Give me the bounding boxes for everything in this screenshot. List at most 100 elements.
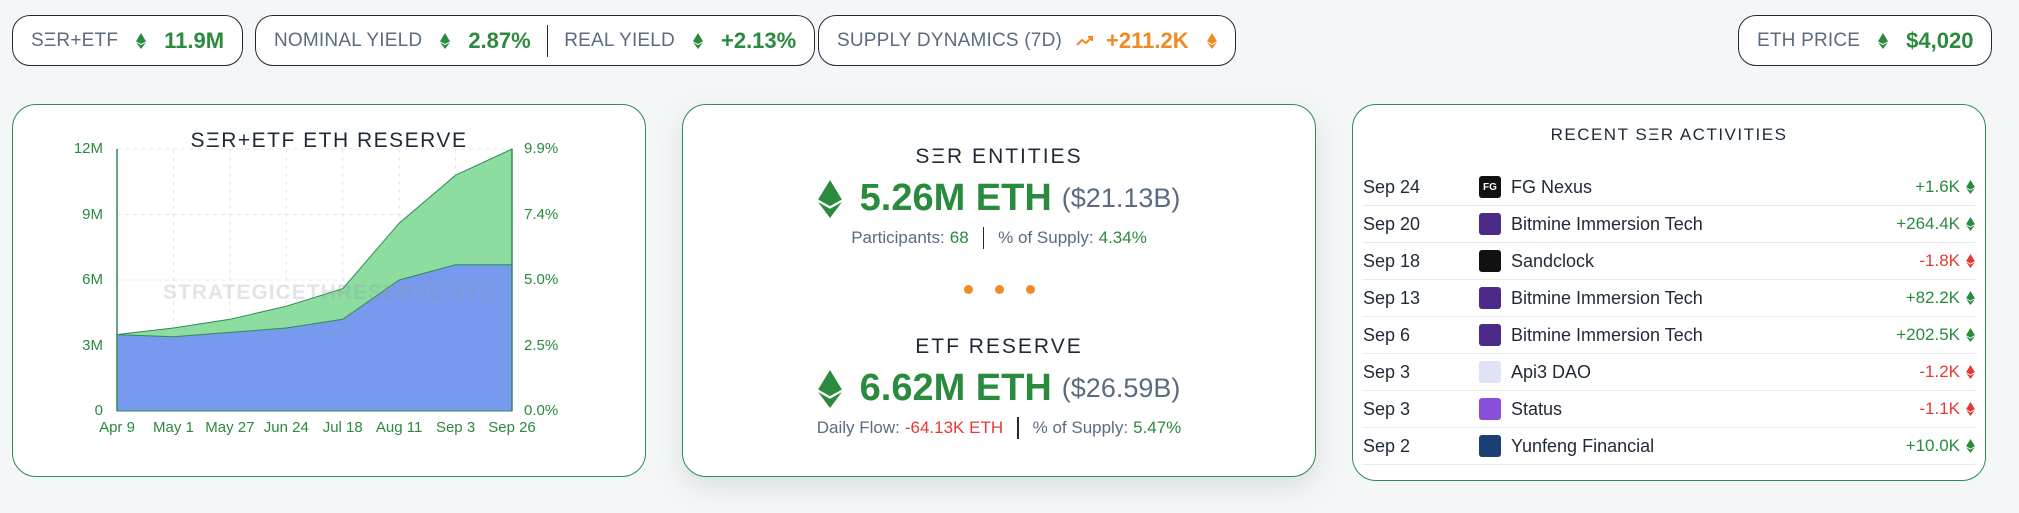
activity-row[interactable]: Sep 6 Bitmine Immersion Tech +202.5K <box>1363 317 1975 354</box>
divider <box>546 24 549 57</box>
y-tick-label: 0 <box>94 402 103 419</box>
nominal-yield-label: NOMINAL YIELD <box>274 29 423 51</box>
entity-logo <box>1479 250 1501 272</box>
x-tick-label: Jul 18 <box>322 419 363 436</box>
activity-date: Sep 13 <box>1363 287 1421 308</box>
y-tick-label: 9M <box>82 205 103 223</box>
etf-usd-total: ($26.59B) <box>1061 373 1181 403</box>
entity-name[interactable]: Yunfeng Financial <box>1511 436 1906 457</box>
etf-total-row: 6.62M ETH ($26.59B) <box>683 367 1315 410</box>
activity-row[interactable]: Sep 24 FG FG Nexus +1.6K <box>1363 169 1975 206</box>
entity-logo <box>1479 324 1501 346</box>
y2-tick-label: 7.4% <box>524 205 559 223</box>
daily-flow-value: -64.13K ETH <box>904 418 1004 437</box>
activity-amount: +264.4K <box>1896 214 1960 233</box>
activities-list: Sep 24 FG FG Nexus +1.6K Sep 20 Bitmine Immer… <box>1363 169 1975 465</box>
x-tick-label: Apr 9 <box>99 419 135 436</box>
activity-row[interactable]: Sep 2 Yunfeng Financial +10.0K <box>1363 428 1975 465</box>
daily-flow-label: Daily Flow: <box>816 418 900 437</box>
entity-logo <box>1479 361 1501 383</box>
ser-etf-pill[interactable]: SΞR+ETF 11.9M <box>12 15 244 66</box>
x-tick-label: May 1 <box>152 419 194 436</box>
activity-date: Sep 3 <box>1363 398 1411 419</box>
activities-title: RECENT SΞR ACTIVITIES <box>1550 125 1788 144</box>
eth-price-value: $4,020 <box>1906 27 1974 53</box>
ser-total-row: 5.26M ETH ($21.13B) <box>683 177 1315 220</box>
y2-tick-label: 5.0% <box>524 271 559 288</box>
eth-icon <box>1878 32 1889 49</box>
trending-up-icon <box>1076 35 1094 46</box>
y2-tick-label: 2.5% <box>524 336 559 354</box>
separator-dots <box>683 285 1315 294</box>
ser-stats-row: Participants: 68 % of Supply: 4.34% <box>683 227 1315 249</box>
activity-row[interactable]: Sep 3 Api3 DAO -1.2K <box>1363 354 1975 391</box>
ser-usd-total: ($21.13B) <box>1061 183 1181 213</box>
activity-row[interactable]: Sep 13 Bitmine Immersion Tech +82.2K <box>1363 280 1975 317</box>
entity-name[interactable]: FG Nexus <box>1511 177 1915 198</box>
dot <box>1025 285 1035 294</box>
entity-name[interactable]: Bitmine Immersion Tech <box>1511 214 1896 235</box>
eth-icon <box>817 179 842 218</box>
activity-date: Sep 2 <box>1363 435 1411 456</box>
y-tick-label: 3M <box>82 336 103 354</box>
reserve-chart-card: SΞR+ETF ETH RESERVE STRATEGICETHRESERVE.… <box>12 104 646 477</box>
activity-amount: +202.5K <box>1896 325 1960 344</box>
participants-value: 68 <box>949 228 969 247</box>
etf-supply-value: 5.47% <box>1133 418 1182 437</box>
etf-reserve-title: ETF RESERVE <box>915 335 1083 358</box>
eth-icon <box>1966 180 1975 194</box>
yield-pill[interactable]: NOMINAL YIELD 2.87% REAL YIELD +2.13% <box>255 15 816 66</box>
entity-logo <box>1479 287 1501 309</box>
etf-supply-label: % of Supply: <box>1032 418 1129 437</box>
recent-activities-card: RECENT SΞR ACTIVITIES Sep 24 FG FG Nexus +1… <box>1352 104 1986 481</box>
activity-date: Sep 3 <box>1363 361 1411 382</box>
entity-name[interactable]: Api3 DAO <box>1511 362 1919 383</box>
activity-row[interactable]: Sep 20 Bitmine Immersion Tech +264.4K <box>1363 206 1975 243</box>
entity-name[interactable]: Bitmine Immersion Tech <box>1511 325 1896 346</box>
activity-amount: +82.2K <box>1905 288 1960 307</box>
eth-price-label: ETH PRICE <box>1757 29 1861 51</box>
ser-etf-label: SΞR+ETF <box>31 29 119 51</box>
activity-date: Sep 20 <box>1363 213 1421 234</box>
ser-etf-value: 11.9M <box>164 27 225 53</box>
activity-date: Sep 24 <box>1363 176 1421 197</box>
eth-icon <box>1966 402 1975 416</box>
activity-row[interactable]: Sep 3 Status -1.1K <box>1363 391 1975 428</box>
entity-name[interactable]: Status <box>1511 399 1919 420</box>
eth-price-pill[interactable]: ETH PRICE $4,020 <box>1738 15 1993 66</box>
ser-entities-title: SΞR ENTITIES <box>915 145 1083 168</box>
eth-icon <box>817 369 842 408</box>
watermark: STRATEGICETHRESERVE.XYZ <box>163 281 495 304</box>
x-tick-label: Aug 11 <box>375 419 423 436</box>
divider <box>1017 417 1019 439</box>
real-yield-value: +2.13% <box>720 27 797 53</box>
etf-eth-total: 6.62M ETH <box>859 367 1052 409</box>
x-tick-label: Jun 24 <box>263 419 309 436</box>
x-tick-label: May 27 <box>205 419 255 436</box>
real-yield-label: REAL YIELD <box>564 29 675 51</box>
nominal-yield-value: 2.87% <box>468 27 531 53</box>
activity-row[interactable]: Sep 18 Sandclock -1.8K <box>1363 243 1975 280</box>
eth-icon <box>1206 32 1217 49</box>
eth-icon <box>1966 291 1975 305</box>
entity-name[interactable]: Sandclock <box>1511 251 1919 272</box>
y-tick-label: 12M <box>73 140 103 157</box>
eth-icon <box>692 32 703 49</box>
activity-amount: +1.6K <box>1915 177 1960 196</box>
dot <box>994 285 1004 294</box>
activity-date: Sep 18 <box>1363 250 1421 271</box>
dot <box>963 285 973 294</box>
activity-amount: +10.0K <box>1905 436 1960 455</box>
supply-dynamics-value: +211.2K <box>1106 27 1189 53</box>
activity-amount: -1.1K <box>1919 399 1960 418</box>
eth-icon <box>1966 217 1975 231</box>
entity-logo <box>1479 213 1501 235</box>
y2-tick-label: 9.9% <box>524 140 559 157</box>
divider <box>982 227 985 249</box>
eth-icon <box>1966 439 1975 453</box>
entity-logo: FG <box>1479 176 1501 198</box>
eth-icon <box>1966 365 1975 379</box>
supply-dynamics-pill[interactable]: SUPPLY DYNAMICS (7D) +211.2K <box>818 15 1236 66</box>
etf-stats-row: Daily Flow: -64.13K ETH % of Supply: 5.4… <box>683 417 1315 439</box>
entity-name[interactable]: Bitmine Immersion Tech <box>1511 288 1906 309</box>
